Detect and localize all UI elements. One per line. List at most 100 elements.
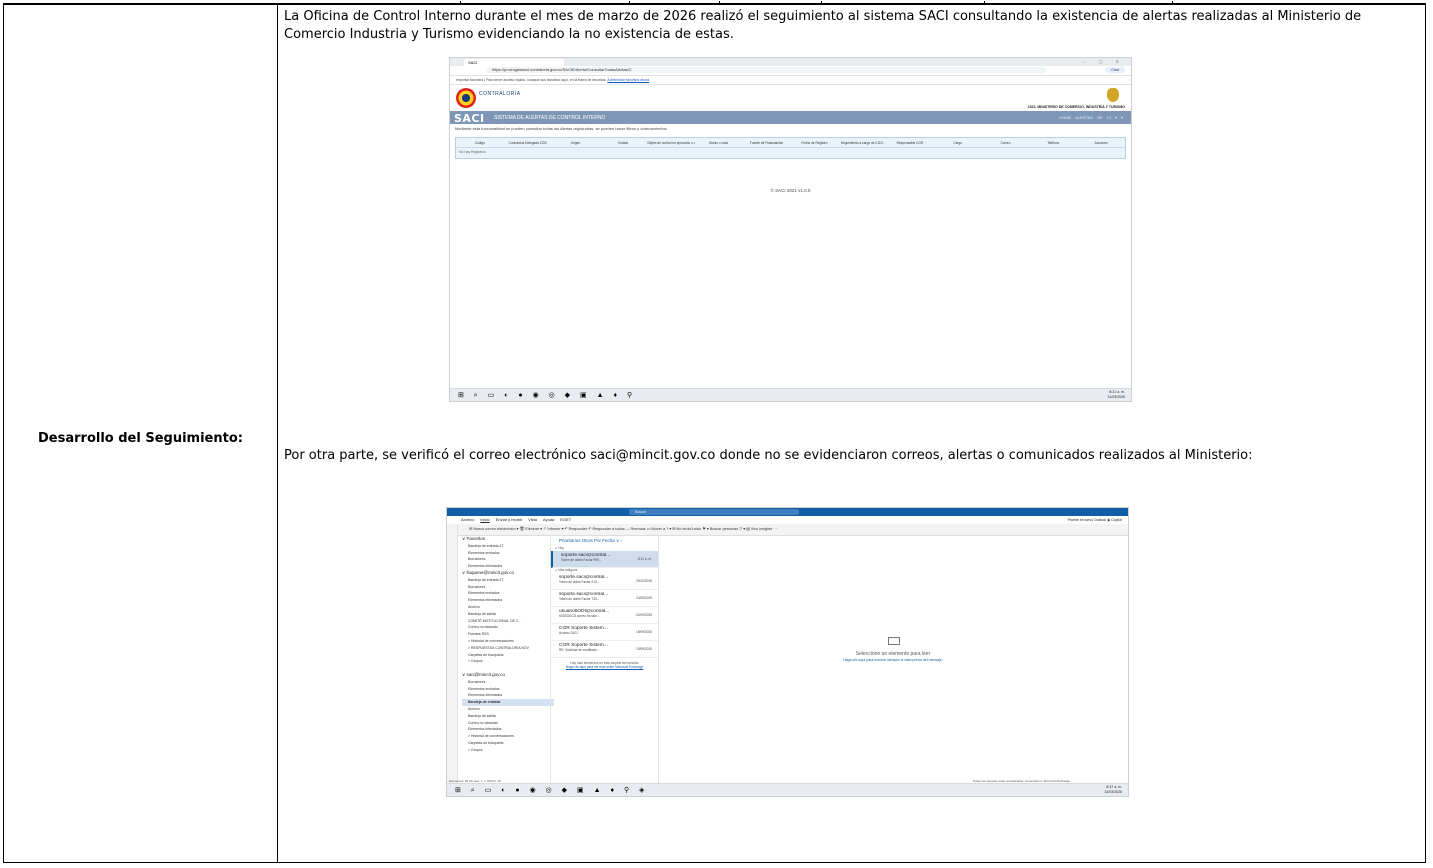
folder-item[interactable]: > Grupos xyxy=(462,658,554,665)
folder-item[interactable]: COMITÉ INSTITUCIONAL DE C... xyxy=(462,618,554,625)
message-date: 22/09/2025 xyxy=(636,613,652,617)
folder-item[interactable]: Elementos enviados xyxy=(462,550,554,557)
folder-item[interactable] xyxy=(462,665,554,672)
clock-time: 8:21 a. m. xyxy=(1109,390,1125,394)
logo-text: CONTRALORÍA xyxy=(479,91,521,97)
outlook-titlebar: Buscar xyxy=(447,508,1128,516)
folder-item[interactable]: Bandeja de entrada 27 xyxy=(462,577,554,584)
folder-item[interactable]: > Grupos xyxy=(462,747,554,754)
favorites-text: Importar favoritos | Para tener acceso r… xyxy=(456,78,607,82)
clock-time-2: 8:37 a. m. xyxy=(1106,785,1122,789)
folder-group[interactable]: ∨ lluquene@mincit.gov.co xyxy=(462,570,554,577)
menu-item[interactable]: Archivo xyxy=(461,517,474,522)
taskbar-clock-2: 8:37 a. m. 31/03/2026 xyxy=(1104,785,1122,794)
message-subject: SIGEDOCD correo ha sido ... xyxy=(559,614,601,618)
grid-column-header[interactable]: Teléfono xyxy=(1029,141,1077,145)
message-item[interactable]: soporte.saci@contral... Token de doble Fa… xyxy=(551,551,658,568)
menu-item[interactable]: Ayuda xyxy=(543,517,554,522)
message-item[interactable]: soporte.saci@contral... Token de doble Fa… xyxy=(551,590,658,607)
message-subject: Token de doble Factor 999... xyxy=(561,558,602,562)
folder-group[interactable]: ∨ Favoritos xyxy=(462,536,554,543)
folder-item[interactable]: Bandeja de salida xyxy=(462,611,554,618)
grid-column-header[interactable]: Código xyxy=(456,141,504,145)
message-item[interactable]: CGR Soporte Sistem... Acceso SACI 19/09/20… xyxy=(551,624,658,641)
grid-column-header[interactable]: Contraloría Delegada CGR xyxy=(504,141,552,145)
outlook-search-input[interactable]: Buscar xyxy=(629,509,799,515)
folder-item[interactable]: Correo no deseado xyxy=(462,624,554,631)
folder-item[interactable]: Carpetas de búsqueda xyxy=(462,740,554,747)
folder-item[interactable]: Archivo xyxy=(462,706,554,713)
folder-item[interactable]: Bandeja de salida xyxy=(462,713,554,720)
focused-other-tabs[interactable]: Prioritarios Otros Por Fecha ∨ ↑ xyxy=(551,536,658,546)
folder-item[interactable]: Elementos eliminados xyxy=(462,597,554,604)
window-controls[interactable]: – ▢ ✕ xyxy=(1083,59,1125,64)
folder-item[interactable]: Elementos enviados xyxy=(462,590,554,597)
folder-item[interactable]: Correo no deseado xyxy=(462,720,554,727)
grid-column-header[interactable]: Fecha de Registro xyxy=(790,141,838,145)
folder-pane: ∨ Favoritos Bandeja de entrada 27 Elemento… xyxy=(458,536,554,787)
page-description: Mediante esta funcionalidad se pueden co… xyxy=(455,126,668,131)
taskbar-icons-2[interactable]: ⊞ ⌕ ▭ ◐ ● ◉ ◎ ◆ ▣ ▲ ♦ ⚲ ◈ xyxy=(455,786,648,795)
folder-group[interactable]: ∨ saci@mincit.gov.co xyxy=(462,672,554,679)
grid-column-header[interactable]: Estado xyxy=(599,141,647,145)
message-item[interactable]: soporte.saci@contral... Token de doble Fa… xyxy=(551,573,658,590)
saci-brand[interactable]: SACI xyxy=(454,112,485,125)
windows-taskbar-2: ⊞ ⌕ ▭ ◐ ● ◉ ◎ ◆ ▣ ▲ ♦ ⚲ ◈ 8:37 a. m. 31/… xyxy=(447,783,1128,796)
url-field[interactable]: https://prorrogasinsci.contraloria.gov.c… xyxy=(486,67,1046,73)
folder-item[interactable]: Elementos infectados xyxy=(462,726,554,733)
saci-screenshot: SACI – ▢ ✕ https://prorrogasinsci.contra… xyxy=(449,57,1132,402)
folder-item[interactable]: > Historial de conversaciones xyxy=(462,638,554,645)
folder-item[interactable]: Borradores xyxy=(462,556,554,563)
folder-item[interactable]: Bandeja de entrada xyxy=(462,699,554,706)
coat-of-arms-icon xyxy=(1107,88,1119,102)
browser-tab[interactable]: SACI xyxy=(464,59,564,66)
message-date: 8:11 a. m. xyxy=(638,557,652,561)
folder-item[interactable]: Elementos eliminados xyxy=(462,692,554,699)
folder-item[interactable]: > RESPUESTAS CONTRALORIA NOV xyxy=(462,645,554,652)
contraloria-logo-icon xyxy=(456,88,476,108)
system-name: SISTEMA DE ALERTAS DE CONTROL INTERNO xyxy=(494,115,606,121)
folder-item[interactable]: Elementos enviados xyxy=(462,686,554,693)
grid-column-header[interactable]: Correo xyxy=(982,141,1030,145)
favorites-link[interactable]: Administrar favoritos ahora xyxy=(607,78,649,82)
outlook-ribbon[interactable]: ✉ Nuevo correo electrónico ▾ 🗑 Eliminar … xyxy=(447,524,1128,536)
menu-right[interactable]: Pruebe el nuevo Outlook ◉ Copilot xyxy=(1068,516,1122,524)
reading-hint[interactable]: Haga clic aquí para mostrar siempre la v… xyxy=(658,658,1128,662)
grid-column-header[interactable]: Seguimiento a cargo de CGCI xyxy=(838,141,886,145)
grid-column-header[interactable]: Cargo xyxy=(934,141,982,145)
folder-item[interactable]: Borradores xyxy=(462,584,554,591)
menu-item[interactable]: Vista xyxy=(528,517,537,522)
menu-item[interactable]: Inicio xyxy=(480,517,489,522)
grid-column-header[interactable]: Fuente de Financiación xyxy=(743,141,791,145)
favorites-bar: Importar favoritos | Para tener acceso r… xyxy=(450,76,1131,85)
folder-item[interactable]: > Historial de conversaciones xyxy=(462,733,554,740)
windows-taskbar: ⊞ ⌕ ▭ ◐ ● ◉ ◎ ◆ ▣ ▲ ♦ ⚲ 8:21 a. m. 31/03… xyxy=(450,388,1131,401)
message-subject: Token de doble Factor 733... xyxy=(559,597,600,601)
taskbar-icons[interactable]: ⊞ ⌕ ▭ ◐ ● ◉ ◎ ◆ ▣ ▲ ♦ ⚲ xyxy=(458,391,636,400)
folder-item[interactable]: Carpetas de búsqueda xyxy=(462,652,554,659)
saci-nav-menu[interactable]: HOME ALERTAS DE CI ▾ ▾ xyxy=(1059,115,1123,120)
outlook-screenshot: Buscar Archivo Inicio Enviar y recibir Vist… xyxy=(446,507,1129,797)
menu-item[interactable]: Enviar y recibir xyxy=(496,517,522,522)
message-item[interactable]: usuario5ODI@contral... SIGEDOCD correo ha… xyxy=(551,607,658,624)
grid-column-header[interactable]: Origen xyxy=(552,141,600,145)
message-subject: RE: Solicitud de modificaci... xyxy=(559,648,600,652)
folder-item[interactable]: Bandeja de entrada 27 xyxy=(462,543,554,550)
row-label: Desarrollo del Seguimiento: xyxy=(38,431,243,446)
grid-column-header[interactable]: Monto o valor xyxy=(695,141,743,145)
message-date: 19/09/2025 xyxy=(636,630,652,634)
folder-item[interactable]: Borradores xyxy=(462,679,554,686)
address-bar: https://prorrogasinsci.contraloria.gov.c… xyxy=(450,66,1131,76)
grid-column-header[interactable]: Responsable CGR xyxy=(886,141,934,145)
folder-item[interactable]: Archivo xyxy=(462,604,554,611)
more-items-note: Hay más elementos en esta carpeta del se… xyxy=(551,658,658,669)
grid-column-header[interactable]: Objeto de control en ejecución o desarro… xyxy=(647,141,695,145)
grid-column-header[interactable]: Acciones xyxy=(1077,141,1125,145)
message-item[interactable]: CGR Soporte Sistem... RE: Solicitud de mo… xyxy=(551,641,658,658)
message-list: Prioritarios Otros Por Fecha ∨ ↑ ∨ Hoy s… xyxy=(550,536,659,787)
folder-item[interactable]: Elementos eliminados xyxy=(462,563,554,570)
folder-item[interactable]: Fuentes RSS xyxy=(462,631,554,638)
menu-item[interactable]: EGET xyxy=(560,517,571,522)
more-link[interactable]: Haga clic aquí para ver más sobre Micros… xyxy=(551,665,658,669)
copilot-button[interactable]: Chat xyxy=(1105,67,1125,73)
